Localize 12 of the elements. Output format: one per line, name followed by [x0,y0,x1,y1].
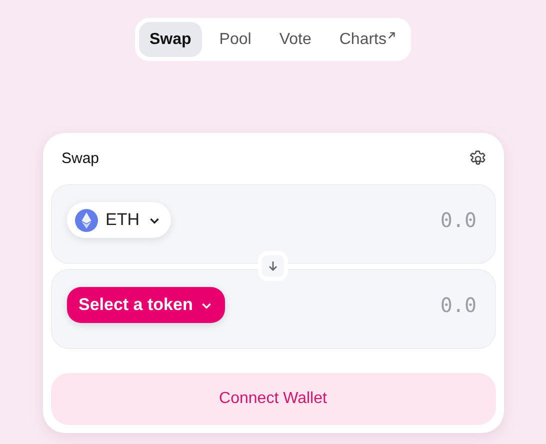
nav-tab[interactable]: Pool [208,22,262,57]
connect-wallet-button[interactable]: Connect Wallet [50,373,496,425]
arrow-down-icon [267,260,279,272]
amount-input[interactable]: 0.0 [394,207,478,233]
card-title: Swap [62,150,100,167]
nav-tab[interactable]: Charts [328,22,408,57]
amount-input[interactable]: 0.0 [394,292,478,318]
select-token-button[interactable]: Select a token [66,287,225,323]
diamond-coin-icon [74,208,98,232]
nav-tab[interactable]: Swap [138,22,202,57]
token-selector[interactable]: ETH [66,202,170,238]
nav-tab[interactable]: Vote [268,22,322,57]
